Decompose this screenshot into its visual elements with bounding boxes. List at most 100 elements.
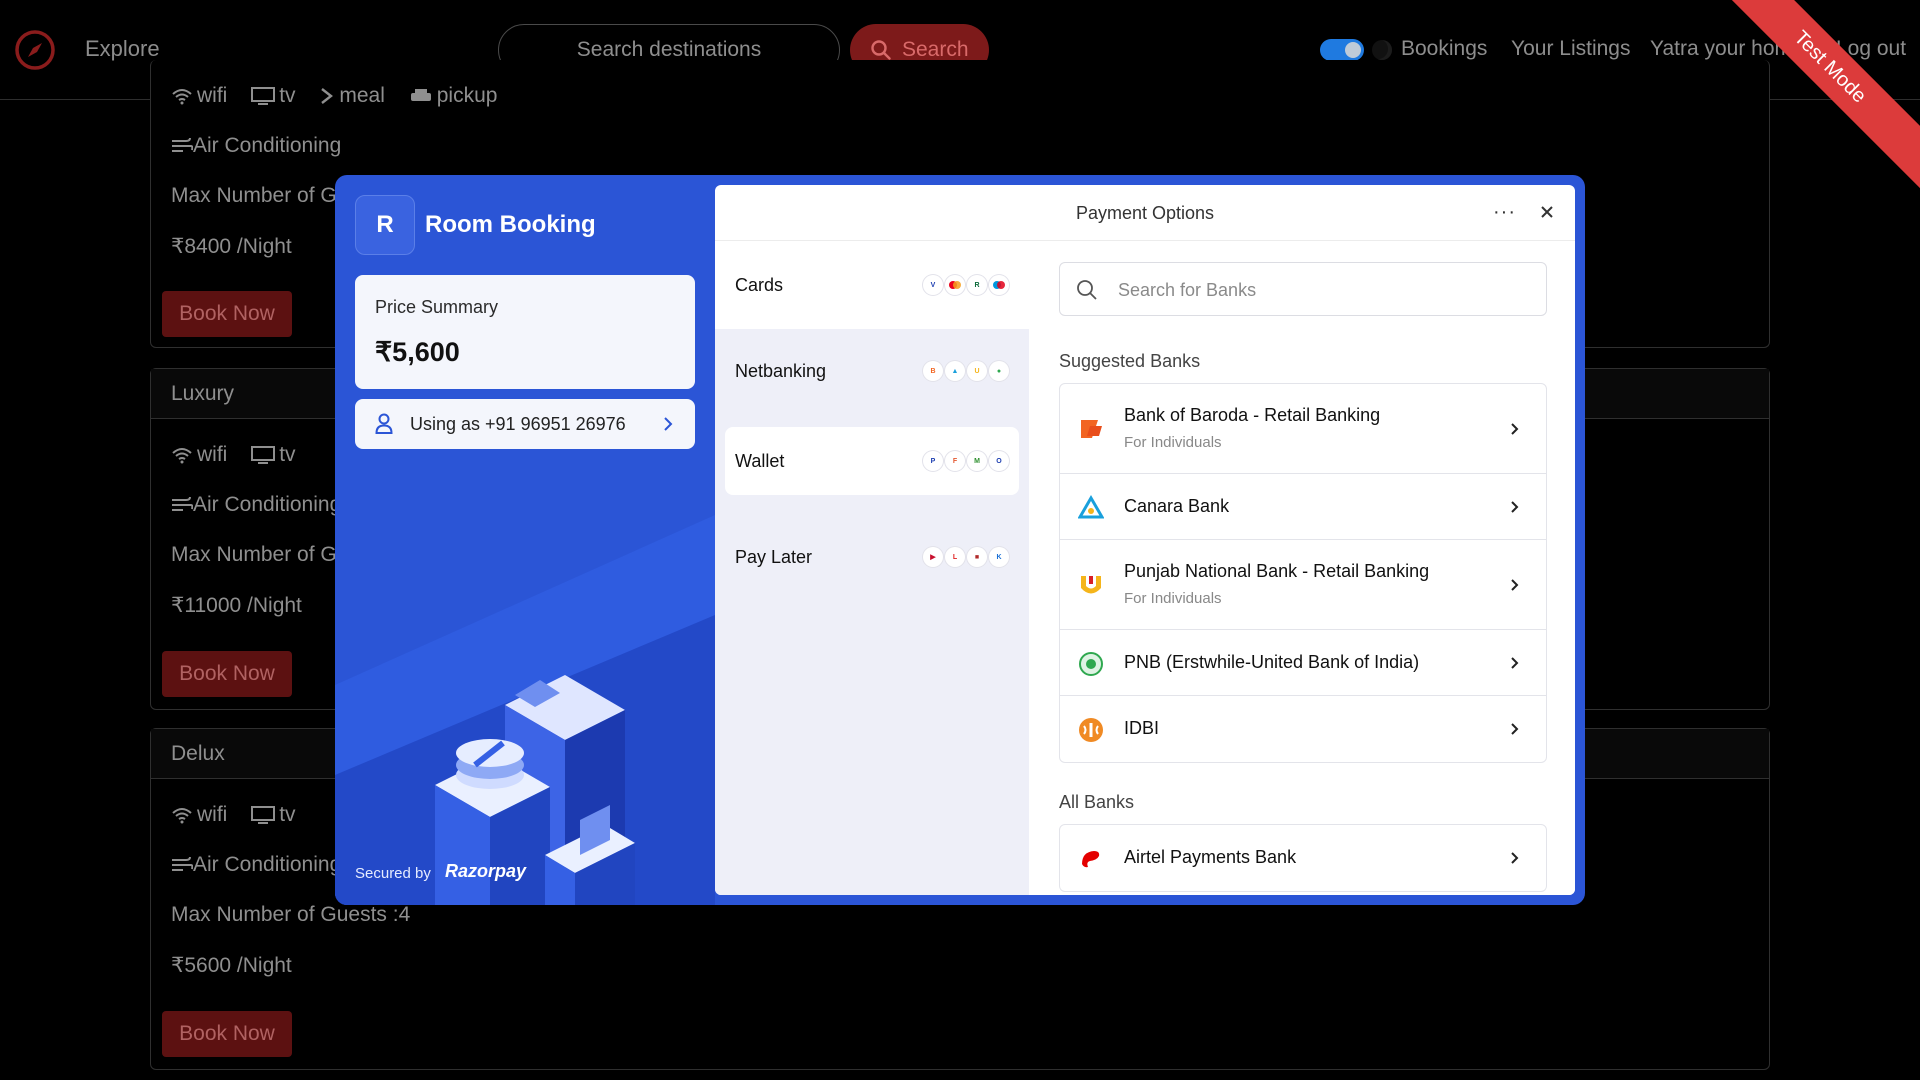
payment-methods-list: Cards V R Netbanking B ▲ U ● Wallet P F … bbox=[715, 241, 1029, 895]
price-summary-card: Price Summary ₹5,600 bbox=[355, 275, 695, 389]
maestro-icon bbox=[989, 275, 1009, 295]
more-options-icon[interactable]: ··· bbox=[1493, 201, 1516, 224]
bank-row[interactable]: Bank of Baroda - Retail Banking For Indi… bbox=[1060, 384, 1546, 474]
theme-toggle[interactable] bbox=[1320, 39, 1364, 61]
olamoney-icon: O bbox=[989, 451, 1009, 471]
method-netbanking[interactable]: Netbanking B ▲ U ● bbox=[715, 329, 1029, 413]
bank-name: Airtel Payments Bank bbox=[1124, 847, 1297, 867]
razorpay-logo: Razorpay bbox=[445, 861, 527, 881]
payment-options-title: Payment Options bbox=[715, 185, 1575, 241]
mobikwik-icon: M bbox=[967, 451, 987, 471]
amenity-row: wifi tv bbox=[171, 803, 314, 827]
chevron-right-icon bbox=[1511, 501, 1519, 513]
icici-icon: ■ bbox=[967, 547, 987, 567]
compass-logo-icon[interactable] bbox=[14, 29, 56, 71]
bob-icon: B bbox=[923, 361, 943, 381]
contact-details-row[interactable]: Using as +91 96951 26976 bbox=[355, 399, 695, 449]
lazypay-icon: L bbox=[945, 547, 965, 567]
bank-row[interactable]: Airtel Payments Bank bbox=[1060, 825, 1546, 891]
chevron-right-icon bbox=[664, 417, 673, 431]
bank-of-baroda-icon bbox=[1081, 420, 1102, 438]
book-now-button[interactable]: Book Now bbox=[162, 291, 292, 337]
air-conditioning-icon bbox=[172, 856, 194, 871]
ac-row: Air Conditioning bbox=[171, 134, 341, 158]
pnb-icon: U bbox=[967, 361, 987, 381]
price-per-night: ₹11000 /Night bbox=[171, 594, 302, 617]
rupay-icon: R bbox=[967, 275, 987, 295]
meal-amenity: meal bbox=[319, 84, 385, 108]
moon-icon bbox=[1372, 40, 1392, 60]
visa-icon: V bbox=[923, 275, 943, 295]
explore-link[interactable]: Explore bbox=[85, 36, 160, 62]
wifi-amenity: wifi bbox=[171, 84, 227, 108]
bank-row[interactable]: PNB (Erstwhile-United Bank of India) bbox=[1060, 630, 1546, 696]
secured-by-label: Secured by bbox=[355, 865, 431, 882]
chevron-right-icon bbox=[1511, 657, 1519, 669]
wifi-amenity: wifi bbox=[171, 803, 227, 827]
merchant-name: Room Booking bbox=[425, 211, 596, 238]
bank-search-input[interactable] bbox=[1118, 277, 1518, 303]
search-icon bbox=[871, 40, 891, 60]
canara-icon: ▲ bbox=[945, 361, 965, 381]
method-wallet[interactable]: Wallet P F M O bbox=[725, 427, 1019, 495]
all-banks-title: All Banks bbox=[1059, 792, 1135, 812]
wifi-amenity: wifi bbox=[171, 443, 227, 467]
contact-phone: Using as +91 96951 26976 bbox=[410, 414, 626, 434]
chevron-right-icon bbox=[1511, 579, 1519, 591]
tv-icon bbox=[251, 87, 276, 105]
method-cards[interactable]: Cards V R bbox=[715, 241, 1029, 329]
razorpay-checkout-modal: R Room Booking Price Summary ₹5,600 Usin… bbox=[335, 175, 1585, 905]
amenity-row: wifi tv bbox=[171, 443, 314, 467]
price-per-night: ₹5600 /Night bbox=[171, 954, 292, 977]
bank-subtitle: For Individuals bbox=[1124, 434, 1222, 451]
bank-row[interactable]: Punjab National Bank - Retail Banking Fo… bbox=[1060, 540, 1546, 630]
search-icon bbox=[1077, 280, 1097, 300]
max-guests: Max Number of Guests :4 bbox=[171, 903, 411, 926]
tv-amenity: tv bbox=[251, 443, 296, 467]
bank-row[interactable]: Canara Bank bbox=[1060, 474, 1546, 540]
price-per-night: ₹8400 /Night bbox=[171, 235, 292, 258]
book-now-button[interactable]: Book Now bbox=[162, 1011, 292, 1057]
chevron-right-icon bbox=[1511, 723, 1519, 735]
nav-bookings-link[interactable]: Bookings bbox=[1401, 37, 1487, 61]
method-label: Pay Later bbox=[735, 547, 813, 567]
user-icon bbox=[375, 413, 393, 434]
close-icon[interactable] bbox=[1537, 202, 1557, 222]
meal-icon bbox=[321, 88, 334, 104]
freecharge-icon: F bbox=[945, 451, 965, 471]
method-label: Cards bbox=[735, 275, 784, 295]
checkout-sidebar: R Room Booking Price Summary ₹5,600 Usin… bbox=[335, 175, 715, 905]
punjab-national-bank-icon bbox=[1081, 576, 1101, 594]
bank-search-field[interactable] bbox=[1059, 262, 1547, 316]
paylater-badges: ▶ L ■ K bbox=[923, 547, 1009, 567]
bank-row[interactable]: IDBI bbox=[1060, 696, 1546, 762]
tv-icon bbox=[251, 806, 276, 824]
price-summary-label: Price Summary bbox=[375, 297, 499, 317]
simpl-icon: ▶ bbox=[923, 547, 943, 567]
bank-name: Canara Bank bbox=[1124, 496, 1230, 516]
air-conditioning-icon bbox=[172, 137, 194, 152]
method-pay-later[interactable]: Pay Later ▶ L ■ K bbox=[715, 515, 1029, 599]
wifi-icon bbox=[172, 448, 192, 464]
wifi-icon bbox=[172, 808, 192, 824]
netbanking-bank-list: Suggested Banks Bank of Baroda - Retail … bbox=[1029, 241, 1575, 895]
method-label: Wallet bbox=[735, 451, 785, 471]
bank-subtitle: For Individuals bbox=[1124, 590, 1222, 607]
method-label: Netbanking bbox=[735, 361, 827, 381]
ubi-icon: ● bbox=[989, 361, 1009, 381]
bank-badges: B ▲ U ● bbox=[923, 361, 1009, 381]
bank-name: IDBI bbox=[1124, 718, 1160, 738]
idbi-icon bbox=[1079, 718, 1103, 742]
book-now-button[interactable]: Book Now bbox=[162, 651, 292, 697]
price-amount: ₹5,600 bbox=[375, 337, 460, 367]
canara-bank-icon bbox=[1078, 495, 1104, 519]
pickup-amenity: pickup bbox=[409, 84, 497, 108]
mastercard-icon bbox=[945, 275, 965, 295]
nav-your-listings-link[interactable]: Your Listings bbox=[1511, 37, 1630, 61]
wallet-badges: P F M O bbox=[923, 451, 1009, 471]
wifi-icon bbox=[172, 89, 192, 105]
merchant-logo: R bbox=[355, 195, 415, 255]
car-icon bbox=[410, 89, 431, 101]
all-banks-list: Airtel Payments Bank bbox=[1059, 824, 1547, 892]
paytm-icon: P bbox=[923, 451, 943, 471]
